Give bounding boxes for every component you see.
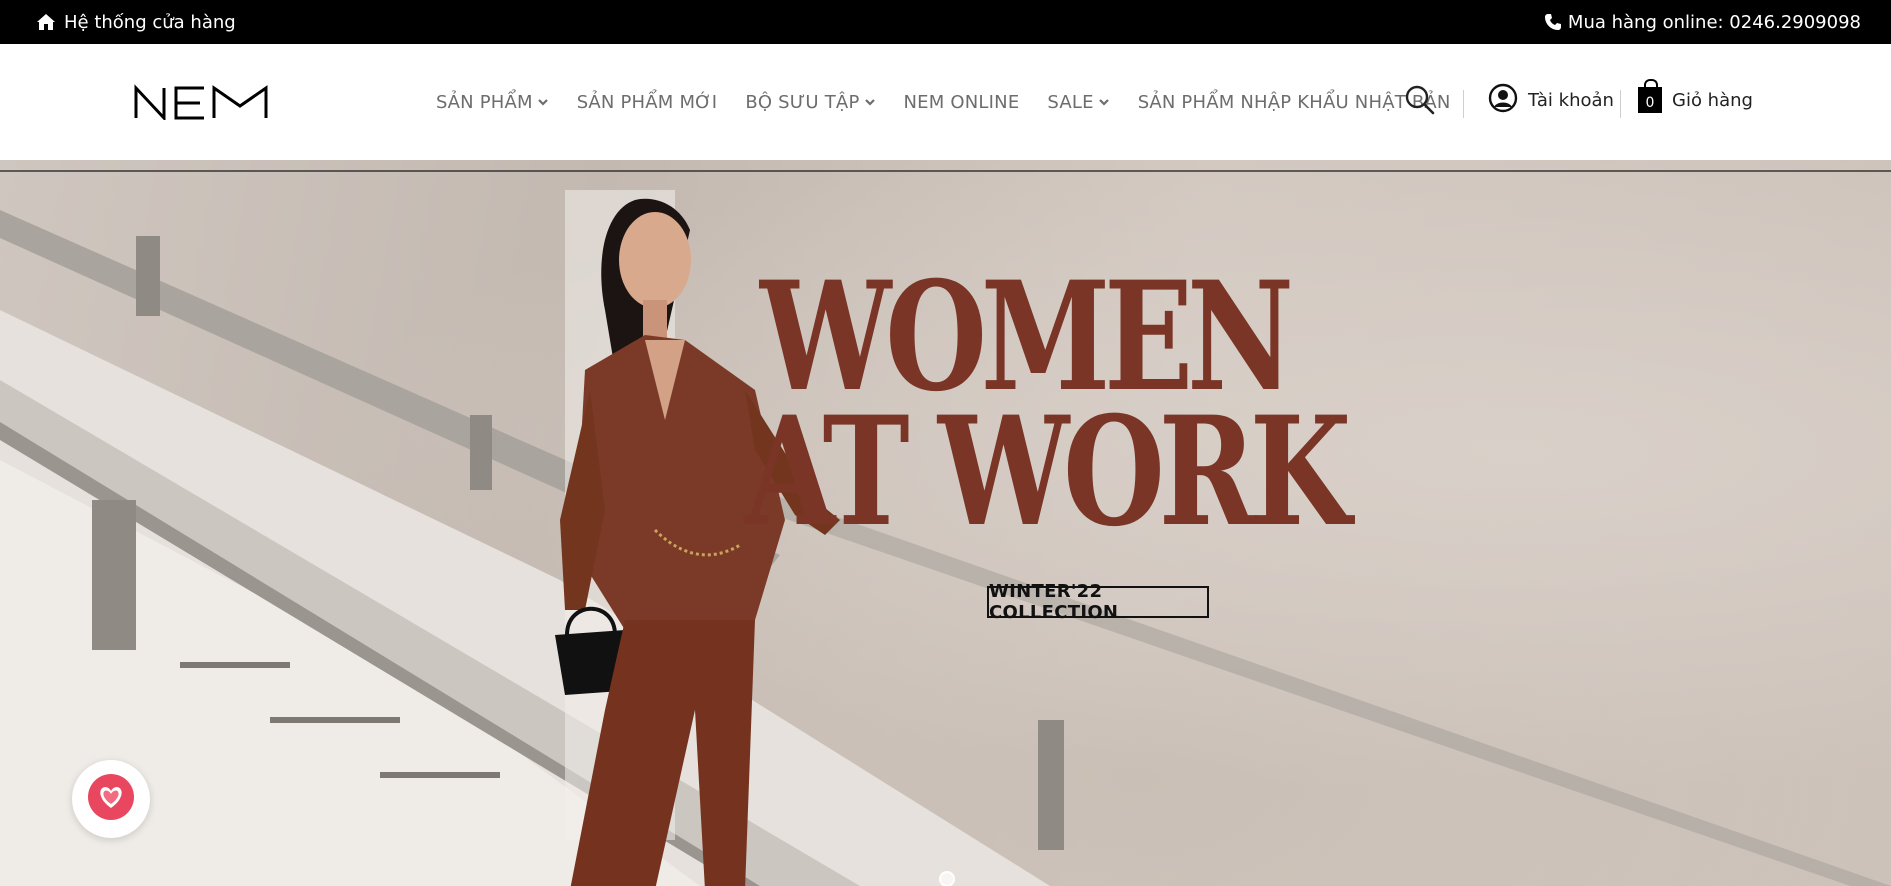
cart-link[interactable]: 0 Giỏ hàng bbox=[1638, 79, 1753, 117]
top-bar: Hệ thống cửa hàng Mua hàng online: 0246.… bbox=[0, 0, 1891, 44]
divider bbox=[1620, 90, 1621, 118]
nem-logo[interactable] bbox=[134, 84, 272, 122]
site-header: SẢN PHẨM SẢN PHẨM MỚI BỘ SƯU TẬP NEM ONL… bbox=[0, 44, 1891, 160]
nav-label: SẢN PHẨM MỚI bbox=[576, 91, 718, 113]
chevron-down-icon bbox=[537, 99, 548, 106]
hotline-label: Mua hàng online: 0246.2909098 bbox=[1567, 11, 1861, 33]
slider-dot[interactable] bbox=[939, 871, 955, 886]
home-icon bbox=[36, 13, 56, 31]
heart-icon bbox=[86, 772, 136, 826]
hero-top-border bbox=[0, 170, 1891, 172]
headline-line-2: AT WORK bbox=[744, 384, 1351, 560]
hero-banner[interactable]: WOMEN AT WORK WINTER'22 COLLECTION bbox=[0, 160, 1891, 886]
chevron-down-icon bbox=[864, 99, 875, 106]
cart-icon: 0 bbox=[1638, 79, 1662, 113]
store-system-link[interactable]: Hệ thống cửa hàng bbox=[36, 0, 236, 44]
hero-headline: WOMEN AT WORK bbox=[744, 262, 1351, 547]
cart-count: 0 bbox=[1645, 95, 1655, 111]
collection-badge: WINTER'22 COLLECTION bbox=[987, 581, 1209, 623]
favorite-button[interactable] bbox=[72, 760, 150, 838]
account-label: Tài khoản bbox=[1528, 89, 1614, 111]
chevron-down-icon bbox=[1098, 99, 1109, 106]
nav-item-new-products[interactable]: SẢN PHẨM MỚI bbox=[577, 92, 718, 113]
nav-label: BỘ SƯU TẬP bbox=[745, 91, 860, 113]
nav-item-collections[interactable]: BỘ SƯU TẬP bbox=[745, 92, 875, 113]
main-nav: SẢN PHẨM SẢN PHẨM MỚI BỘ SƯU TẬP NEM ONL… bbox=[436, 84, 1451, 120]
hotline[interactable]: Mua hàng online: 0246.2909098 bbox=[1544, 0, 1861, 44]
nav-label: SẢN PHẨM bbox=[436, 91, 533, 113]
nav-label: NEM ONLINE bbox=[903, 91, 1020, 113]
account-link[interactable]: Tài khoản bbox=[1488, 83, 1614, 118]
phone-icon bbox=[1544, 13, 1562, 31]
nav-item-nem-online[interactable]: NEM ONLINE bbox=[904, 92, 1020, 113]
search-icon[interactable] bbox=[1404, 84, 1436, 116]
divider bbox=[1463, 90, 1464, 118]
nav-label: SALE bbox=[1047, 91, 1094, 113]
nav-item-sale[interactable]: SALE bbox=[1047, 92, 1109, 113]
nav-item-products[interactable]: SẢN PHẨM bbox=[436, 92, 549, 113]
cart-label: Giỏ hàng bbox=[1672, 89, 1753, 111]
store-system-label: Hệ thống cửa hàng bbox=[64, 11, 236, 33]
user-icon bbox=[1488, 83, 1518, 118]
